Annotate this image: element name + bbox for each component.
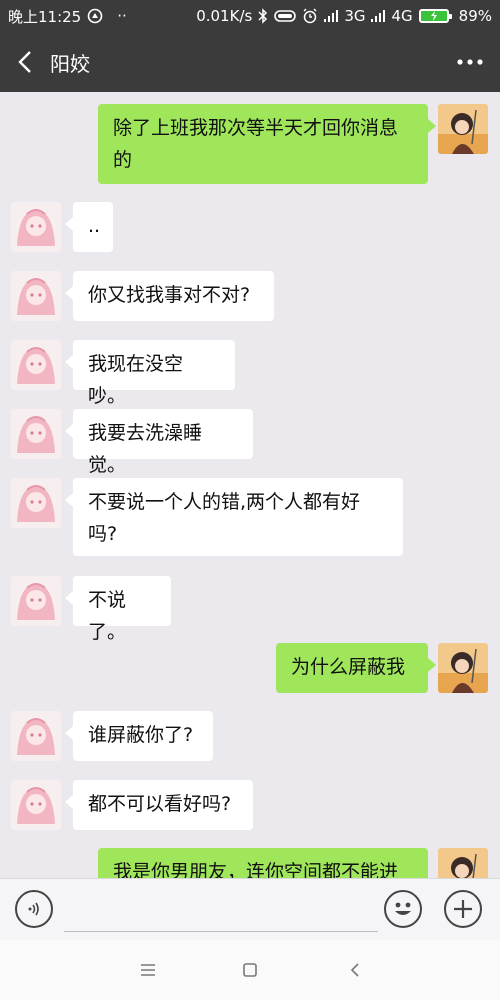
message-row: 谁屏蔽你了? [0, 711, 500, 763]
status-dots: ·· [117, 7, 127, 25]
voice-icon [28, 902, 39, 916]
back-triangle-icon [350, 963, 359, 977]
plus-button[interactable] [444, 890, 482, 928]
net-type-3g: 3G [344, 7, 366, 25]
home-button[interactable] [230, 950, 270, 990]
message-row: .. [0, 202, 500, 254]
more-dots-icon [457, 59, 483, 65]
chat-header: 阳姣 [0, 32, 500, 92]
message-bubble-sent[interactable]: 为什么屏蔽我 [276, 643, 436, 693]
message-row: 为什么屏蔽我 [0, 643, 500, 695]
my-avatar[interactable] [438, 104, 488, 154]
input-bar [0, 878, 500, 940]
message-row: 你又找我事对不对? [0, 271, 500, 323]
message-row: 都不可以看好吗? [0, 780, 500, 832]
contact-avatar[interactable] [11, 576, 61, 626]
message-bubble-received[interactable]: 我要去洗澡睡觉。 [65, 409, 253, 476]
system-nav-bar [0, 940, 500, 1000]
message-bubble-sent[interactable]: 我是你男朋友，连你空间都不能进 [98, 848, 428, 878]
contact-avatar[interactable] [11, 271, 61, 321]
more-button[interactable] [440, 32, 500, 92]
signal-icon [324, 10, 339, 22]
contact-avatar[interactable] [11, 340, 61, 390]
message-bubble-received[interactable]: 不要说一个人的错,两个人都有好吗? [65, 478, 403, 556]
contact-avatar[interactable] [11, 202, 61, 252]
message-bubble-received[interactable]: 都不可以看好吗? [65, 780, 253, 830]
contact-avatar[interactable] [11, 711, 61, 761]
contact-avatar[interactable] [11, 780, 61, 830]
emoji-icon [395, 902, 411, 915]
battery-level: 89% [458, 7, 492, 25]
bluetooth-icon [258, 8, 268, 24]
notification-app-icon [87, 8, 103, 24]
status-time: 晚上11:25 [8, 7, 82, 26]
contact-avatar[interactable] [11, 409, 61, 459]
battery-icon [418, 9, 452, 23]
my-avatar[interactable] [438, 643, 488, 693]
message-row: 不说了。 [0, 576, 500, 643]
message-input[interactable] [64, 891, 378, 932]
message-bubble-received[interactable]: 谁屏蔽你了? [65, 711, 213, 761]
voice-button[interactable] [15, 890, 53, 928]
my-avatar[interactable] [438, 848, 488, 878]
menu-icon [141, 964, 155, 976]
chevron-left-icon [18, 51, 31, 73]
message-row: 不要说一个人的错,两个人都有好吗? [0, 478, 500, 558]
home-square-icon [243, 963, 257, 977]
contact-avatar[interactable] [11, 478, 61, 528]
net-type-4g: 4G [391, 7, 413, 25]
message-bubble-received[interactable]: 不说了。 [65, 576, 171, 643]
message-row: 我现在没空吵。 [0, 340, 500, 407]
message-row: 除了上班我那次等半天才回你消息的 [0, 104, 500, 186]
emoji-button[interactable] [384, 890, 422, 928]
message-list[interactable]: 除了上班我那次等半天才回你消息的 .. 你又找我事对不对? 我现在没空吵。 我要… [0, 92, 500, 878]
message-row: 我要去洗澡睡觉。 [0, 409, 500, 476]
alarm-icon [302, 8, 318, 24]
signal-icon-2 [371, 10, 386, 22]
status-bar: 晚上11:25 ·· 0.01K/s 3G 4G 89% [0, 0, 500, 32]
net-speed: 0.01K/s [196, 7, 253, 25]
menu-button[interactable] [128, 950, 168, 990]
back-button[interactable] [0, 32, 50, 92]
message-bubble-received[interactable]: 你又找我事对不对? [65, 271, 274, 321]
message-bubble-received[interactable]: 我现在没空吵。 [65, 340, 235, 407]
plus-icon [454, 900, 472, 918]
nav-back-button[interactable] [335, 950, 375, 990]
message-row: 我是你男朋友，连你空间都不能进 [0, 848, 500, 878]
toggle-icon [274, 9, 297, 23]
message-bubble-sent[interactable]: 除了上班我那次等半天才回你消息的 [98, 104, 436, 184]
chat-title: 阳姣 [50, 51, 90, 76]
message-bubble-received[interactable]: .. [65, 202, 113, 252]
